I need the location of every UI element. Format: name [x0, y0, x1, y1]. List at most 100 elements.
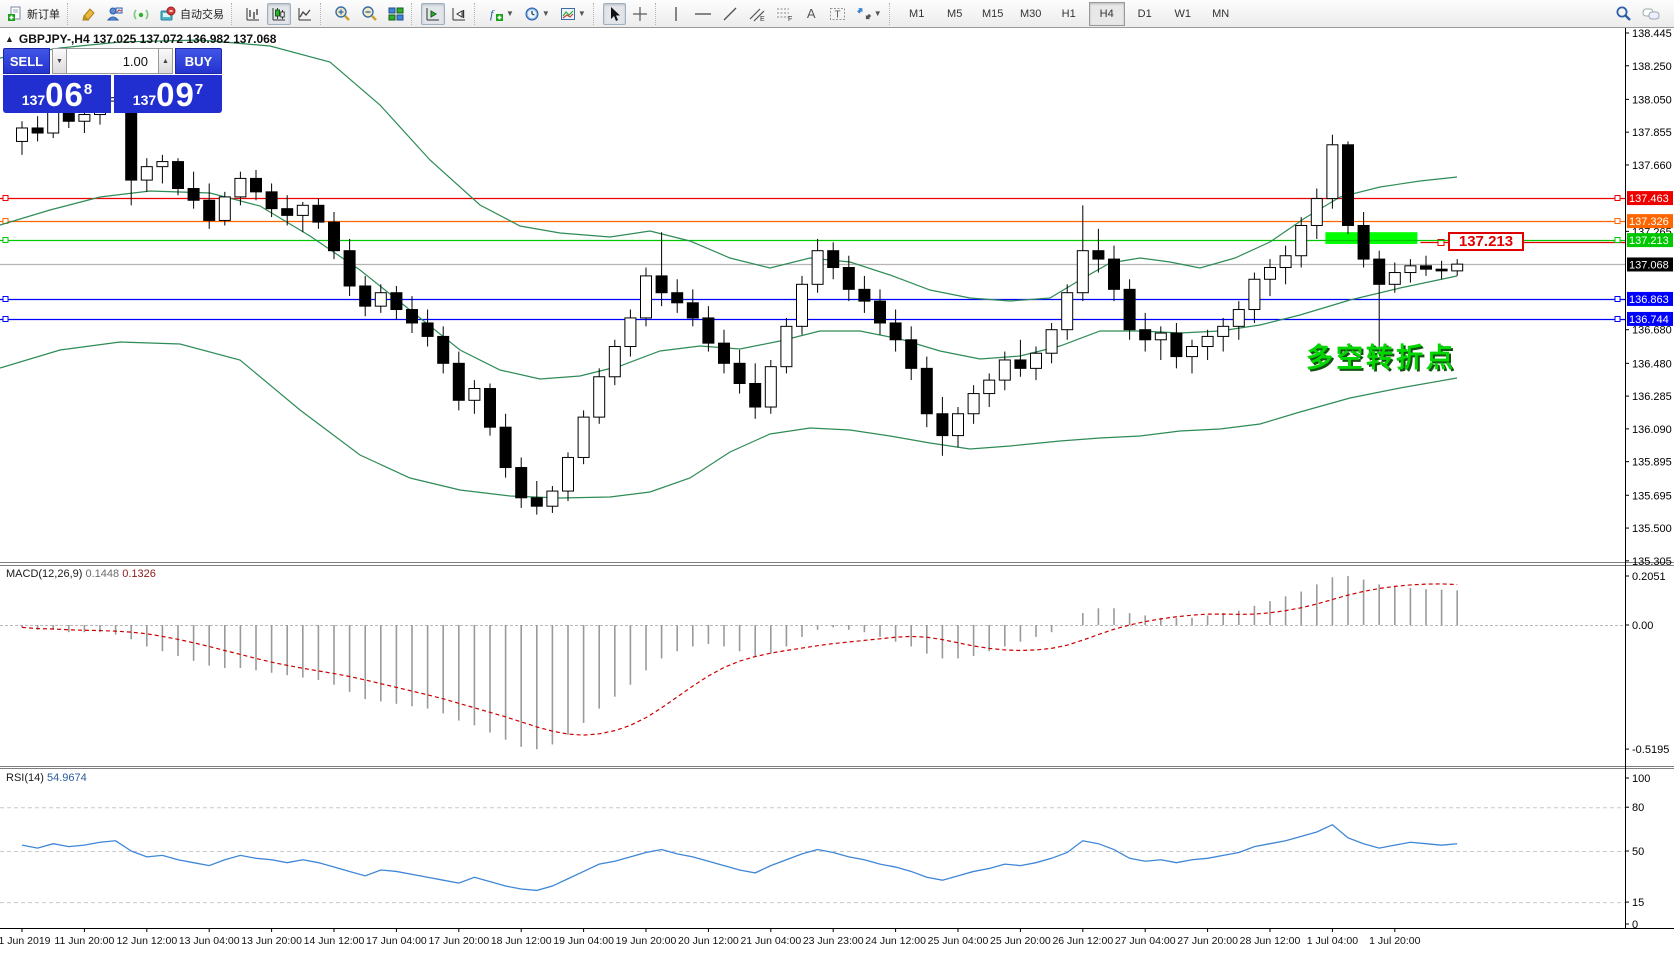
candle — [375, 293, 386, 306]
timeframe-h1[interactable]: H1 — [1051, 2, 1087, 26]
tile-windows-button[interactable] — [384, 3, 408, 25]
timeframe-mn[interactable]: MN — [1203, 2, 1239, 26]
arrows-button[interactable]: ▼ — [852, 3, 886, 25]
trendline-button[interactable] — [718, 3, 742, 25]
macd-indicator-label: MACD(12,26,9) 0.1448 0.1326 — [6, 568, 156, 580]
templates-button[interactable]: ▼ — [556, 3, 590, 25]
svg-text:137.068: 137.068 — [1629, 259, 1669, 271]
candle — [1389, 273, 1400, 285]
line-anchor[interactable] — [3, 238, 8, 243]
price-callout-label[interactable]: 137.213 — [1448, 232, 1524, 251]
line-anchor[interactable] — [1615, 238, 1620, 243]
sell-button[interactable]: SELL — [3, 48, 50, 74]
vertical-line-button[interactable] — [665, 3, 688, 25]
zoom-out-icon — [361, 5, 378, 22]
chevron-down-icon: ▼ — [506, 9, 514, 18]
toolbar-separator — [67, 3, 74, 25]
search-icon — [1615, 5, 1632, 22]
line-anchor[interactable] — [1615, 317, 1620, 322]
chat-button[interactable] — [1638, 3, 1665, 25]
candle — [1202, 336, 1213, 346]
autotrading-button[interactable]: 自动交易 — [155, 3, 228, 25]
volume-up-button[interactable]: ▲ — [158, 48, 173, 74]
candle — [1109, 259, 1120, 289]
chart-window[interactable]: 138.445138.250138.050137.855137.660137.2… — [0, 28, 1674, 953]
candle — [438, 336, 449, 363]
line-anchor[interactable] — [3, 317, 8, 322]
sell-price-point: 8 — [84, 81, 92, 98]
timeframe-d1[interactable]: D1 — [1127, 2, 1163, 26]
candle — [1265, 267, 1276, 279]
svg-text:24 Jun 12:00: 24 Jun 12:00 — [865, 935, 926, 947]
chart-note-text[interactable]: 多空转折点 — [1306, 336, 1456, 375]
line-anchor[interactable] — [1615, 219, 1620, 224]
volume-down-button[interactable]: ▼ — [52, 48, 67, 74]
label-button[interactable]: T — [825, 3, 850, 25]
timeframe-m1[interactable]: M1 — [899, 2, 935, 26]
sell-price[interactable]: 137 06 8 — [3, 75, 111, 113]
zoom-out-button[interactable] — [357, 3, 382, 25]
svg-text:28 Jun 12:00: 28 Jun 12:00 — [1240, 935, 1301, 947]
candle — [828, 251, 839, 268]
candle — [953, 414, 964, 436]
svg-text:15: 15 — [1632, 897, 1644, 909]
periods-button[interactable]: ▼ — [520, 3, 554, 25]
crosshair-button[interactable] — [628, 3, 652, 25]
svg-text:-0.5195: -0.5195 — [1632, 744, 1669, 756]
text-button[interactable]: A — [800, 3, 823, 25]
svg-text:137.326: 137.326 — [1629, 216, 1669, 228]
candle — [921, 368, 932, 413]
main-toolbar: 新订单 — [0, 0, 1674, 28]
line-anchor[interactable] — [1615, 196, 1620, 201]
rsi-indicator-label: RSI(14) 54.9674 — [6, 772, 87, 784]
candle — [719, 343, 730, 363]
line-anchor[interactable] — [3, 297, 8, 302]
candle — [329, 222, 340, 251]
chart-shift-button[interactable] — [421, 3, 445, 25]
sell-price-pips: 06 — [45, 80, 84, 110]
chart-autoscroll-button[interactable] — [447, 3, 471, 25]
timeframe-m5[interactable]: M5 — [937, 2, 973, 26]
line-anchor[interactable] — [3, 196, 8, 201]
time-axis[interactable]: 11 Jun 201911 Jun 20:0012 Jun 12:0013 Ju… — [0, 928, 1421, 947]
candle — [1015, 360, 1026, 368]
candle — [594, 377, 605, 417]
candle-chart-button[interactable] — [267, 3, 291, 25]
timeframe-m30[interactable]: M30 — [1013, 2, 1049, 26]
buy-price[interactable]: 137 09 7 — [114, 75, 222, 113]
candle — [453, 363, 464, 400]
candle — [1062, 293, 1073, 330]
line-anchor[interactable] — [1615, 297, 1620, 302]
zoom-in-button[interactable] — [330, 3, 355, 25]
symbol-header: ▲ GBPJPY-,H4 137.025 137.072 136.982 137… — [5, 32, 276, 46]
chart-canvas[interactable]: 138.445138.250138.050137.855137.660137.2… — [0, 28, 1674, 953]
channel-button[interactable]: E — [744, 3, 770, 25]
buy-button[interactable]: BUY — [175, 48, 222, 74]
candle — [1405, 266, 1416, 273]
timeframe-w1[interactable]: W1 — [1165, 2, 1201, 26]
bar-chart-button[interactable] — [241, 3, 265, 25]
svg-text:0.2051: 0.2051 — [1632, 571, 1666, 583]
line-chart-button[interactable] — [293, 3, 317, 25]
timeframe-m15[interactable]: M15 — [975, 2, 1011, 26]
timeframe-h4[interactable]: H4 — [1089, 2, 1125, 26]
signals-button[interactable] — [129, 3, 153, 25]
search-button[interactable] — [1611, 3, 1636, 25]
candle — [968, 394, 979, 414]
cursor-button[interactable] — [603, 3, 626, 25]
candle — [1171, 333, 1182, 357]
collapse-panel-arrow[interactable]: ▲ — [5, 34, 14, 44]
candle — [1296, 225, 1307, 255]
toolbar-separator — [320, 3, 327, 25]
highlight-rectangle[interactable] — [1325, 232, 1417, 244]
new-order-button[interactable]: 新订单 — [3, 3, 64, 25]
svg-text:13 Jun 20:00: 13 Jun 20:00 — [241, 935, 302, 947]
market-button[interactable] — [103, 3, 127, 25]
profiles-button[interactable] — [77, 3, 101, 25]
indicators-button[interactable]: f ▼ — [484, 3, 518, 25]
candle — [672, 293, 683, 303]
candle — [251, 178, 262, 191]
fibonacci-button[interactable]: F — [772, 3, 798, 25]
horizontal-line-button[interactable] — [690, 3, 716, 25]
volume-input[interactable]: 1.00 — [67, 48, 158, 74]
